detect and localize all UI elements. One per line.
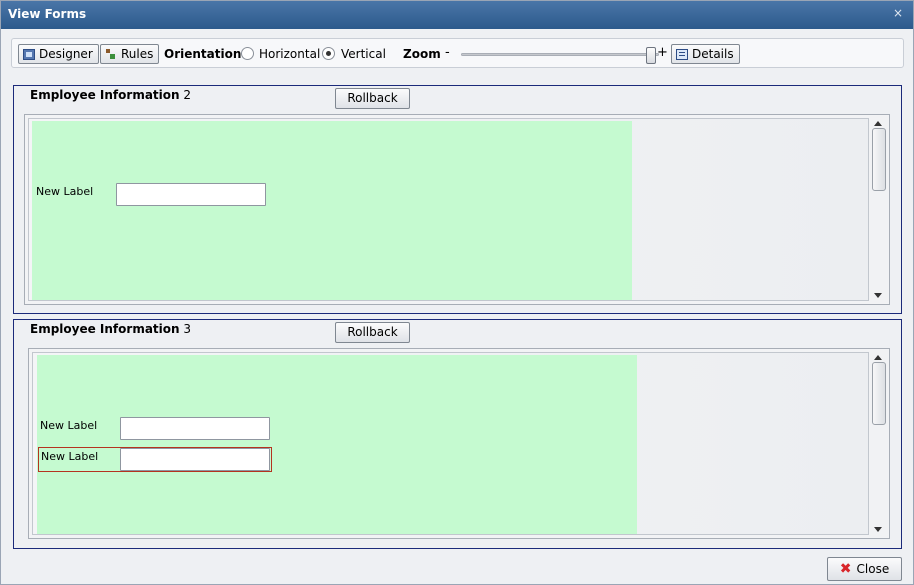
rules-icon [105, 48, 117, 60]
scroll-down-icon[interactable] [874, 293, 882, 298]
panel-title: Employee Information 3 [30, 322, 191, 336]
form-canvas-frame: New Label [28, 118, 869, 301]
new-label-input-selected[interactable] [120, 448, 270, 471]
field-label: New Label [36, 185, 94, 198]
rules-button[interactable]: Rules [100, 44, 160, 64]
panel-number: 2 [183, 88, 192, 102]
close-button[interactable]: ✖ Close [827, 557, 902, 581]
orientation-horizontal-radio[interactable] [241, 47, 254, 60]
scroll-up-icon[interactable] [874, 121, 882, 126]
orientation-vertical-label[interactable]: Vertical [341, 47, 386, 61]
details-button[interactable]: Details [671, 44, 740, 64]
new-label-input[interactable] [116, 183, 266, 206]
selected-field-row[interactable]: New Label [38, 447, 272, 472]
view-forms-window: View Forms × Designer Rules Orientation:… [0, 0, 914, 585]
close-button-label: Close [856, 562, 890, 576]
zoom-slider[interactable] [461, 47, 659, 64]
designer-button-label: Designer [39, 47, 93, 61]
designer-button[interactable]: Designer [18, 44, 99, 64]
scroll-up-icon[interactable] [874, 355, 882, 360]
panel-title: Employee Information 2 [30, 88, 191, 102]
rollback-button[interactable]: Rollback [335, 88, 410, 109]
form-canvas[interactable]: New Label New Label [37, 355, 637, 534]
title-bar[interactable]: View Forms × [1, 1, 913, 29]
window-close-icon[interactable]: × [891, 6, 905, 20]
zoom-slider-thumb[interactable] [646, 47, 656, 64]
form-panel-employee-information-2: Employee Information 2 Rollback New Labe… [13, 85, 902, 314]
details-icon [676, 48, 688, 60]
form-canvas-frame: New Label New Label [32, 352, 869, 535]
zoom-out-button[interactable]: - [445, 45, 450, 60]
details-button-label: Details [692, 47, 734, 61]
form-canvas[interactable]: New Label [32, 121, 632, 300]
toolbar: Designer Rules Orientation: Horizontal V… [11, 38, 904, 68]
rollback-button[interactable]: Rollback [335, 322, 410, 343]
panel-number: 3 [183, 322, 192, 336]
panel-title-text: Employee Information [30, 322, 180, 336]
zoom-label: Zoom [403, 47, 441, 61]
field-label: New Label [41, 450, 99, 463]
vertical-scrollbar[interactable] [870, 350, 888, 537]
rules-button-label: Rules [121, 47, 154, 61]
panel-title-text: Employee Information [30, 88, 180, 102]
form-viewer: New Label [24, 114, 890, 305]
designer-icon [23, 48, 35, 60]
field-label: New Label [40, 419, 98, 432]
window-title: View Forms [8, 7, 87, 21]
vertical-scrollbar[interactable] [870, 116, 888, 303]
form-viewer: New Label New Label [28, 348, 890, 539]
orientation-vertical-radio[interactable] [322, 47, 335, 60]
form-panel-employee-information-3: Employee Information 3 Rollback New Labe… [13, 319, 902, 549]
scroll-down-icon[interactable] [874, 527, 882, 532]
close-x-icon: ✖ [839, 561, 852, 577]
scrollbar-thumb[interactable] [872, 362, 886, 425]
orientation-horizontal-label[interactable]: Horizontal [259, 47, 320, 61]
zoom-in-button[interactable]: + [657, 45, 668, 60]
scrollbar-thumb[interactable] [872, 128, 886, 191]
orientation-label: Orientation: [164, 47, 247, 61]
new-label-input[interactable] [120, 417, 270, 440]
